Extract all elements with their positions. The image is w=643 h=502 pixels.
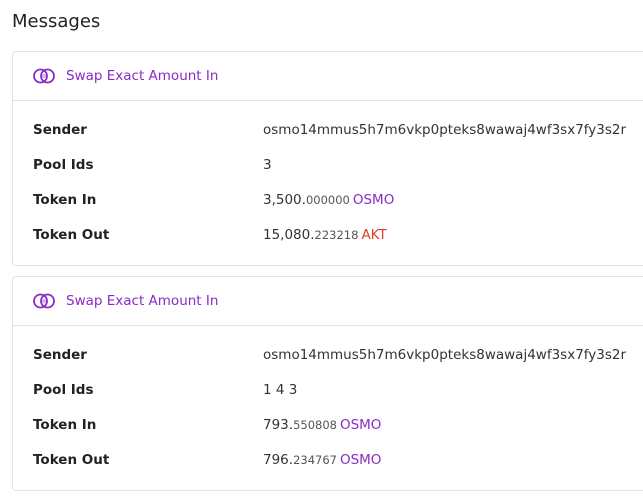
field-label: Token Out bbox=[33, 451, 110, 468]
field-label: Token Out bbox=[33, 226, 110, 243]
messages-page: Messages Swap Exact Amount In Sender osm… bbox=[0, 0, 643, 502]
token-out-value: 15,080.223218 AKT bbox=[263, 227, 387, 243]
token-denom: OSMO bbox=[339, 451, 382, 468]
amount-decimals: 550808 bbox=[293, 417, 337, 432]
field-label: Token In bbox=[33, 416, 97, 433]
message-type-title: Swap Exact Amount In bbox=[66, 68, 219, 84]
amount-integer: 796. bbox=[263, 451, 294, 468]
pool-ids-value: 1 4 3 bbox=[263, 381, 298, 398]
swap-rings-icon bbox=[32, 64, 56, 88]
pool-ids-value: 3 bbox=[263, 156, 272, 173]
token-in-value: 793.550808 OSMO bbox=[263, 417, 381, 433]
field-label: Sender bbox=[33, 346, 87, 363]
amount-decimals: 234767 bbox=[293, 452, 337, 467]
message-card: Swap Exact Amount In Sender osmo14mmus5h… bbox=[12, 276, 643, 491]
message-card-header: Swap Exact Amount In bbox=[13, 52, 643, 101]
field-row-token-out: Token Out 796.234767 OSMO bbox=[13, 442, 643, 477]
field-row-token-in: Token In 3,500.000000 OSMO bbox=[13, 182, 643, 217]
token-out-value: 796.234767 OSMO bbox=[263, 452, 381, 468]
message-fields: Sender osmo14mmus5h7m6vkp0pteks8wawaj4wf… bbox=[13, 326, 643, 477]
amount-integer: 15,080. bbox=[263, 226, 315, 243]
field-label: Pool Ids bbox=[33, 381, 94, 398]
amount-integer: 793. bbox=[263, 416, 294, 433]
field-row-token-out: Token Out 15,080.223218 AKT bbox=[13, 217, 643, 252]
field-row-token-in: Token In 793.550808 OSMO bbox=[13, 407, 643, 442]
amount-decimals: 000000 bbox=[305, 192, 350, 207]
message-fields: Sender osmo14mmus5h7m6vkp0pteks8wawaj4wf… bbox=[13, 101, 643, 252]
token-denom: OSMO bbox=[339, 416, 382, 433]
token-denom: AKT bbox=[361, 226, 387, 243]
field-label: Sender bbox=[33, 121, 87, 138]
field-row-pool-ids: Pool Ids 1 4 3 bbox=[13, 372, 643, 407]
sender-address-link[interactable]: osmo14mmus5h7m6vkp0pteks8wawaj4wf3sx7fy3… bbox=[263, 347, 626, 363]
message-type-title: Swap Exact Amount In bbox=[66, 293, 219, 309]
field-label: Pool Ids bbox=[33, 156, 94, 173]
swap-rings-icon bbox=[32, 289, 56, 313]
message-card: Swap Exact Amount In Sender osmo14mmus5h… bbox=[12, 51, 643, 266]
sender-address-link[interactable]: osmo14mmus5h7m6vkp0pteks8wawaj4wf3sx7fy3… bbox=[263, 122, 626, 138]
message-card-header: Swap Exact Amount In bbox=[13, 277, 643, 326]
amount-integer: 3,500. bbox=[263, 191, 306, 208]
field-row-sender: Sender osmo14mmus5h7m6vkp0pteks8wawaj4wf… bbox=[13, 337, 643, 372]
token-denom: OSMO bbox=[352, 191, 395, 208]
field-label: Token In bbox=[33, 191, 97, 208]
field-row-sender: Sender osmo14mmus5h7m6vkp0pteks8wawaj4wf… bbox=[13, 112, 643, 147]
token-in-value: 3,500.000000 OSMO bbox=[263, 192, 394, 208]
page-title: Messages bbox=[12, 11, 101, 32]
amount-decimals: 223218 bbox=[314, 227, 359, 242]
field-row-pool-ids: Pool Ids 3 bbox=[13, 147, 643, 182]
